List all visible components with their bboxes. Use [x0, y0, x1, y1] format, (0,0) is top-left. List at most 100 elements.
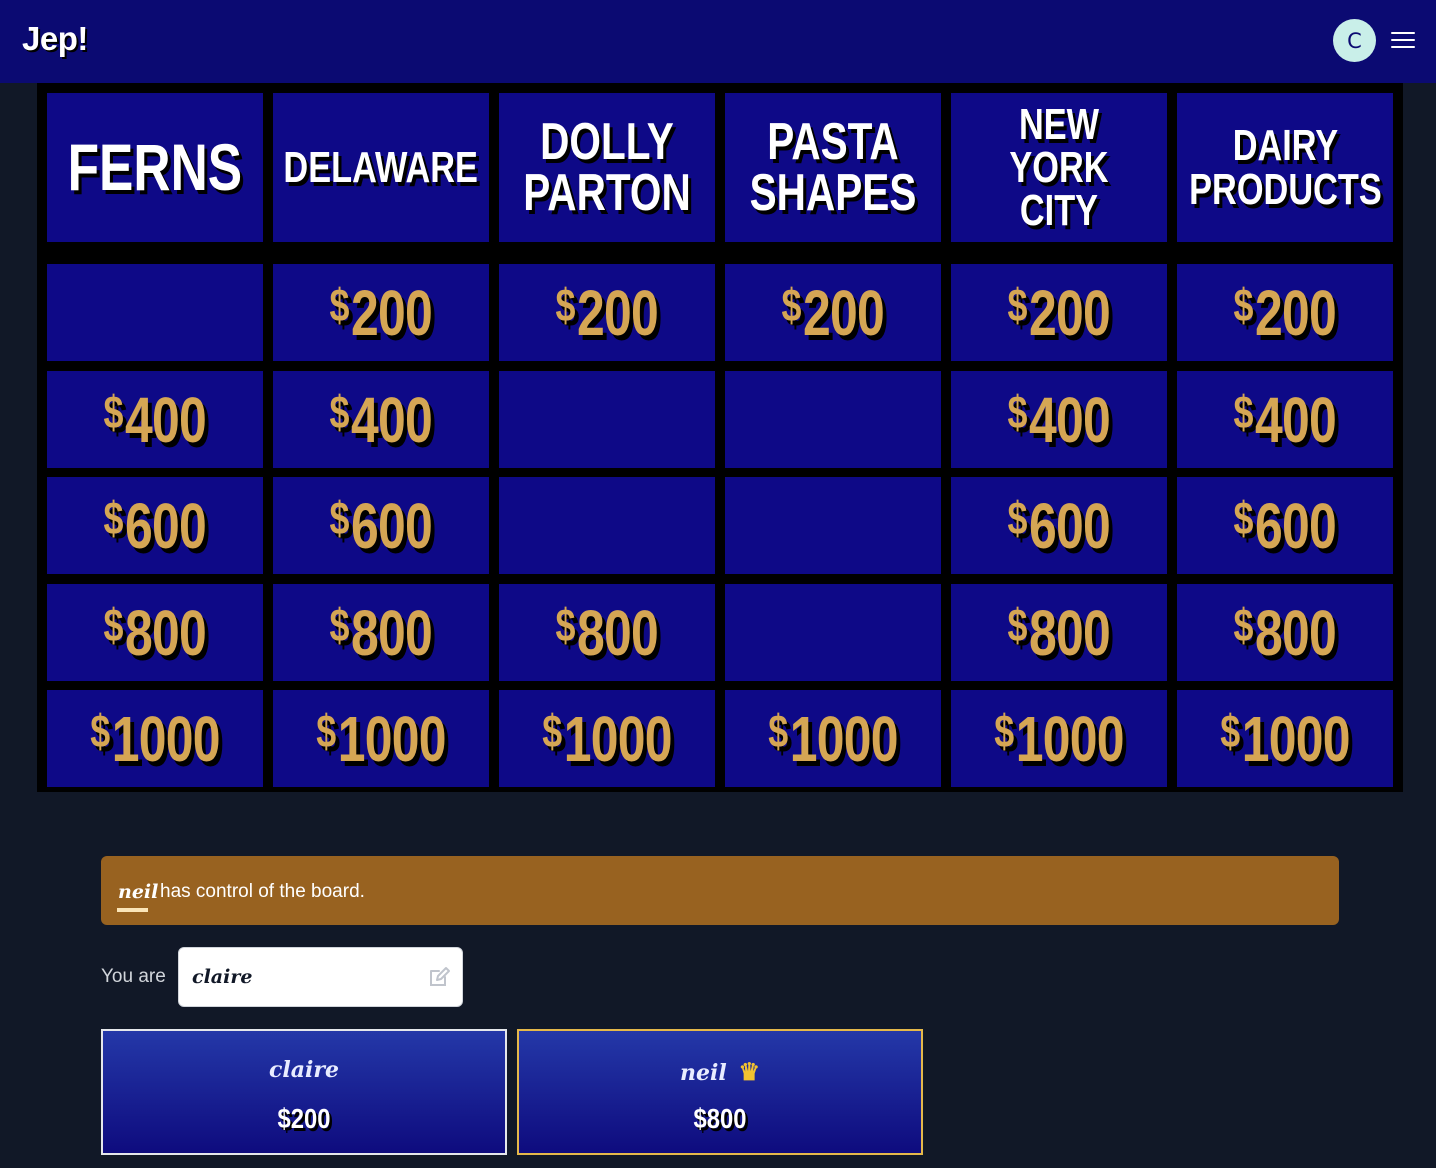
clue-cell-answered [725, 371, 941, 468]
clue-cell[interactable]: $400 [47, 371, 263, 468]
status-message: has control of the board. [160, 881, 365, 902]
player-card-name: neil ♛ [519, 1057, 921, 1086]
user-avatar[interactable]: C [1333, 19, 1376, 62]
category-cell: PASTA SHAPES [725, 93, 941, 242]
currency-symbol: $ [329, 598, 350, 651]
clue-cell-answered [725, 477, 941, 574]
clue-value: $600 [1007, 489, 1111, 563]
clue-amount: 1000 [563, 702, 673, 775]
clue-amount: 1000 [1015, 702, 1125, 775]
currency-symbol: $ [555, 278, 576, 331]
clue-cell[interactable]: $600 [273, 477, 489, 574]
clue-value: $200 [330, 276, 433, 350]
clue-amount: 400 [1255, 383, 1337, 456]
clue-cell[interactable]: $1000 [47, 690, 263, 787]
clue-value: $800 [104, 596, 207, 670]
clue-value: $400 [330, 383, 433, 457]
clue-cell[interactable]: $200 [1177, 264, 1393, 361]
clue-value: $200 [1008, 276, 1111, 350]
currency-symbol: $ [329, 491, 350, 544]
clue-value: $600 [103, 489, 207, 563]
clue-cell[interactable]: $400 [1177, 371, 1393, 468]
player-card-score: $200 [277, 1103, 331, 1134]
currency-symbol: $ [1220, 704, 1240, 757]
currency-symbol: $ [103, 491, 124, 544]
player-card-score: $800 [693, 1103, 747, 1134]
currency-symbol: $ [316, 704, 336, 757]
clue-amount: 400 [351, 383, 433, 456]
player-card-claire: claire $200 [101, 1029, 507, 1155]
clue-value: $1000 [768, 702, 899, 776]
clue-value: $600 [329, 489, 433, 563]
clue-value: $800 [1233, 596, 1337, 670]
category-cell: FERNS [47, 93, 263, 242]
clue-value: $800 [1007, 596, 1111, 670]
clue-cell[interactable]: $1000 [725, 690, 941, 787]
controlling-player: neil [118, 881, 159, 903]
currency-symbol: $ [1007, 598, 1028, 651]
clue-amount: 800 [577, 596, 659, 669]
clue-value: $200 [1234, 276, 1337, 350]
currency-symbol: $ [542, 704, 562, 757]
clue-cell[interactable]: $600 [47, 477, 263, 574]
clue-cell[interactable]: $600 [951, 477, 1167, 574]
app-logo[interactable]: Jep! [22, 20, 88, 58]
player-underline [117, 908, 148, 912]
clue-cell[interactable]: $600 [1177, 477, 1393, 574]
clue-cell-answered [499, 477, 715, 574]
clue-cell[interactable]: $200 [725, 264, 941, 361]
clue-cell[interactable]: $400 [951, 371, 1167, 468]
clue-value: $400 [1233, 383, 1337, 457]
clue-cell-answered [499, 371, 715, 468]
category-cell: NEW YORK CITY [951, 93, 1167, 242]
clue-value: $400 [1008, 383, 1111, 457]
clue-amount: 800 [1029, 596, 1111, 669]
clue-cell[interactable]: $800 [1177, 584, 1393, 681]
clue-amount: 600 [125, 489, 207, 562]
clue-cell[interactable]: $200 [951, 264, 1167, 361]
clue-cell[interactable]: $800 [951, 584, 1167, 681]
clue-cell[interactable]: $800 [499, 584, 715, 681]
clue-amount: 600 [351, 489, 433, 562]
category-cell: DOLLY PARTON [499, 93, 715, 242]
clue-amount: 200 [1029, 276, 1111, 349]
currency-symbol: $ [781, 278, 802, 331]
currency-symbol: $ [1007, 491, 1028, 544]
hamburger-menu-icon[interactable] [1391, 30, 1415, 50]
clue-amount: 200 [577, 276, 659, 349]
category-title: PASTA SHAPES [749, 112, 917, 222]
player-card-name: claire [269, 1057, 339, 1083]
category-title: FERNS [67, 130, 243, 205]
clue-cell[interactable]: $1000 [273, 690, 489, 787]
edit-icon[interactable] [427, 965, 451, 989]
clue-value: $800 [329, 596, 433, 670]
currency-symbol: $ [555, 598, 576, 651]
clue-value: $400 [104, 383, 207, 457]
clue-cell[interactable]: $200 [273, 264, 489, 361]
clue-value: $1000 [542, 702, 673, 776]
clue-value: $200 [781, 276, 885, 350]
clue-cell[interactable]: $800 [47, 584, 263, 681]
clue-amount: 800 [1255, 596, 1337, 669]
currency-symbol: $ [1233, 385, 1254, 438]
clue-amount: 800 [351, 596, 433, 669]
clue-amount: 600 [1029, 489, 1111, 562]
category-title: NEW YORK CITY [1009, 99, 1109, 236]
clue-cell[interactable]: $800 [273, 584, 489, 681]
currency-symbol: $ [1233, 598, 1254, 651]
category-cell: DAIRY PRODUCTS [1177, 93, 1393, 242]
player-card-name-text: neil [680, 1060, 727, 1086]
clue-amount: 1000 [337, 702, 447, 775]
clue-cell-answered [725, 584, 941, 681]
player-name-field[interactable]: claire [178, 947, 463, 1007]
clue-amount: 1000 [789, 702, 899, 775]
player-name-value: claire [192, 966, 253, 988]
clue-cell[interactable]: $400 [273, 371, 489, 468]
clue-value: $1000 [90, 702, 220, 776]
clue-amount: 400 [1029, 383, 1111, 456]
clue-cell[interactable]: $1000 [1177, 690, 1393, 787]
clue-cell[interactable]: $200 [499, 264, 715, 361]
clue-cell[interactable]: $1000 [499, 690, 715, 787]
status-banner: neil has control of the board. [101, 856, 1339, 925]
clue-cell[interactable]: $1000 [951, 690, 1167, 787]
